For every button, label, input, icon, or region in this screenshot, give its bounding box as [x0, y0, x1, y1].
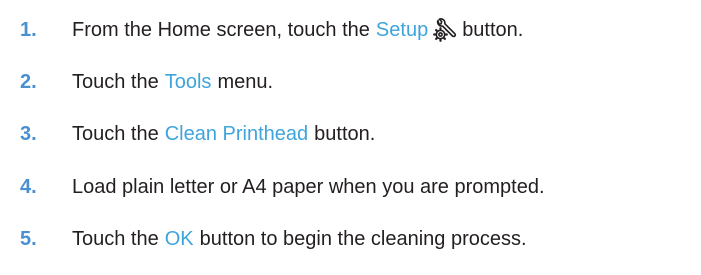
step-text-after: menu. [217, 71, 274, 93]
step-text: Touch the OK button to begin the cleanin… [72, 227, 527, 251]
instruction-steps: 1. From the Home screen, touch the Setup [0, 0, 701, 275]
step-number: 4. [20, 176, 37, 198]
step-text-after: button. [314, 123, 376, 145]
step-text: Load plain letter or A4 paper when you a… [72, 175, 545, 199]
step-text-full: Load plain letter or A4 paper when you a… [72, 176, 545, 198]
setup-wrench-gear-icon [432, 17, 458, 43]
step-number: 1. [20, 19, 37, 41]
step-text: Touch the Clean Printhead button. [72, 122, 375, 146]
step-text: Touch the Tools menu. [72, 70, 273, 94]
step-number: 5. [20, 228, 37, 250]
step-text-after: button to begin the cleaning process. [199, 228, 527, 250]
step-text-before: From the Home screen, touch the [72, 19, 370, 41]
step-text-before: Touch the [72, 71, 159, 93]
clean-printhead-label: Clean Printhead [164, 123, 309, 145]
step-text-before: Touch the [72, 123, 159, 145]
setup-label: Setup [375, 19, 429, 41]
step-number: 3. [20, 123, 37, 145]
step-text-after: button. [462, 19, 524, 41]
ok-label: OK [164, 228, 194, 250]
step-text: From the Home screen, touch the Setup bu… [72, 17, 523, 43]
tools-label: Tools [164, 71, 212, 93]
step-text-before: Touch the [72, 228, 159, 250]
step-number: 2. [20, 71, 37, 93]
